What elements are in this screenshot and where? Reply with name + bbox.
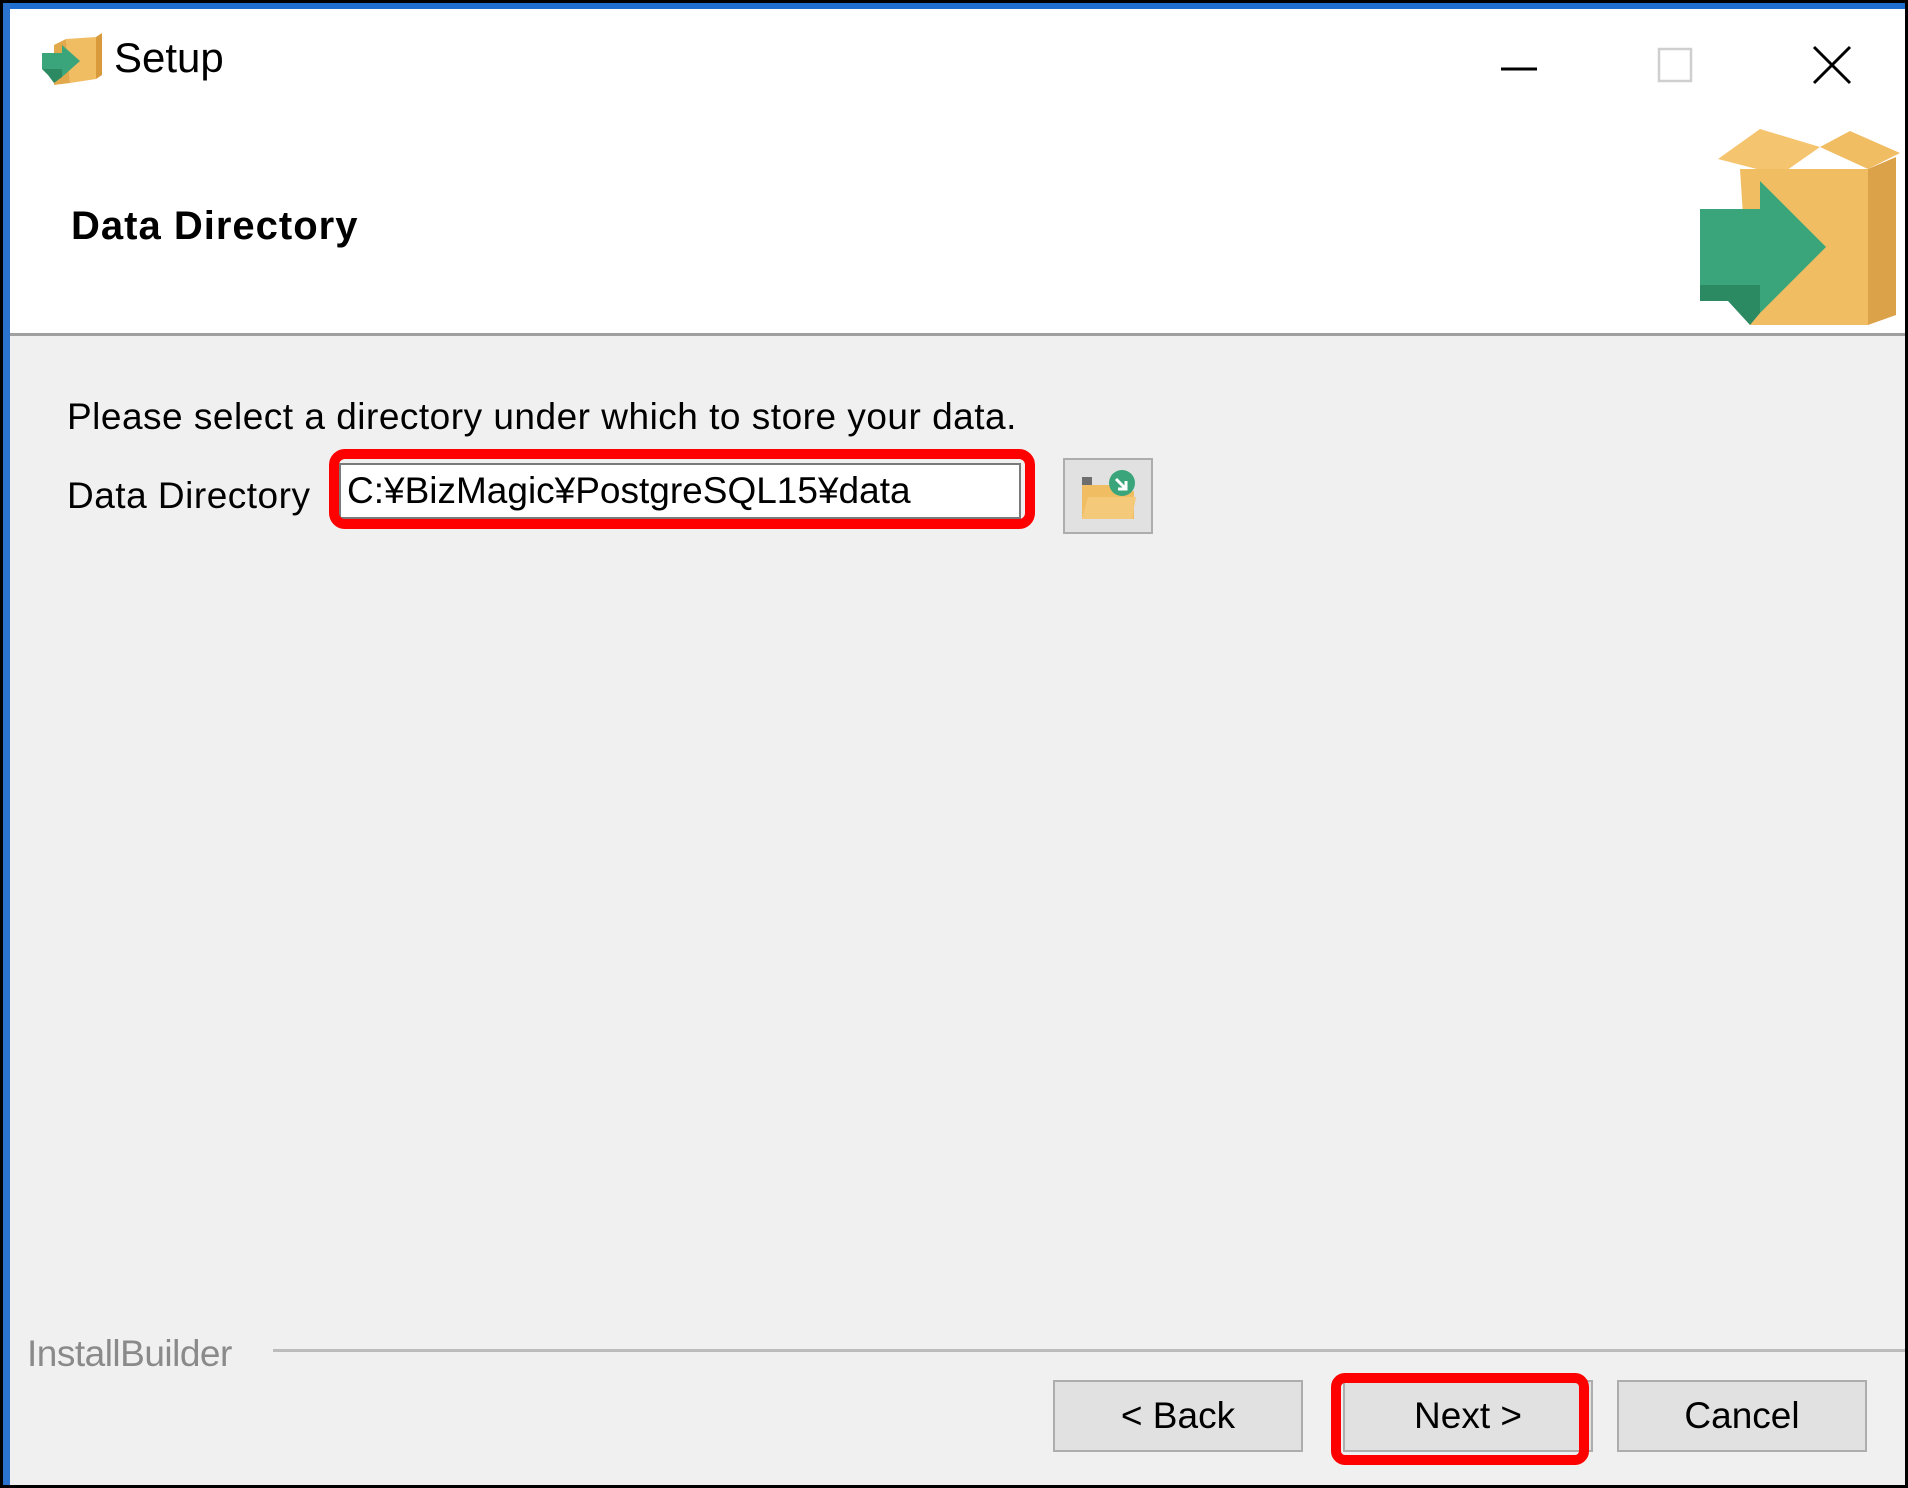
header-divider (10, 333, 1905, 336)
header-panel: Data Directory (10, 119, 1905, 333)
maximize-button[interactable] (1610, 27, 1740, 107)
folder-browse-icon (1078, 467, 1138, 526)
installer-box-icon (40, 31, 104, 95)
back-button[interactable]: < Back (1053, 1380, 1303, 1452)
installbuilder-brand: InstallBuilder (27, 1333, 232, 1374)
browse-folder-button[interactable] (1063, 458, 1153, 534)
window-title: Setup (114, 34, 224, 81)
next-button[interactable]: Next > (1343, 1380, 1593, 1452)
instruction-text: Please select a directory under which to… (67, 396, 1017, 437)
close-button[interactable] (1767, 27, 1897, 107)
cancel-button[interactable]: Cancel (1617, 1380, 1867, 1452)
page-title: Data Directory (71, 204, 359, 248)
maximize-icon (1655, 45, 1695, 90)
minimize-button[interactable] (1454, 27, 1584, 107)
minimize-icon (1499, 45, 1539, 90)
data-directory-label: Data Directory (67, 475, 311, 516)
close-icon (1810, 43, 1854, 92)
data-directory-input[interactable] (339, 463, 1021, 519)
footer-divider (273, 1349, 1905, 1352)
window-frame-left (3, 3, 10, 1485)
title-bar[interactable]: Setup (10, 9, 1905, 119)
installer-box-icon (1700, 129, 1905, 329)
setup-window: Setup Data Directory Please select a dir… (0, 0, 1908, 1488)
